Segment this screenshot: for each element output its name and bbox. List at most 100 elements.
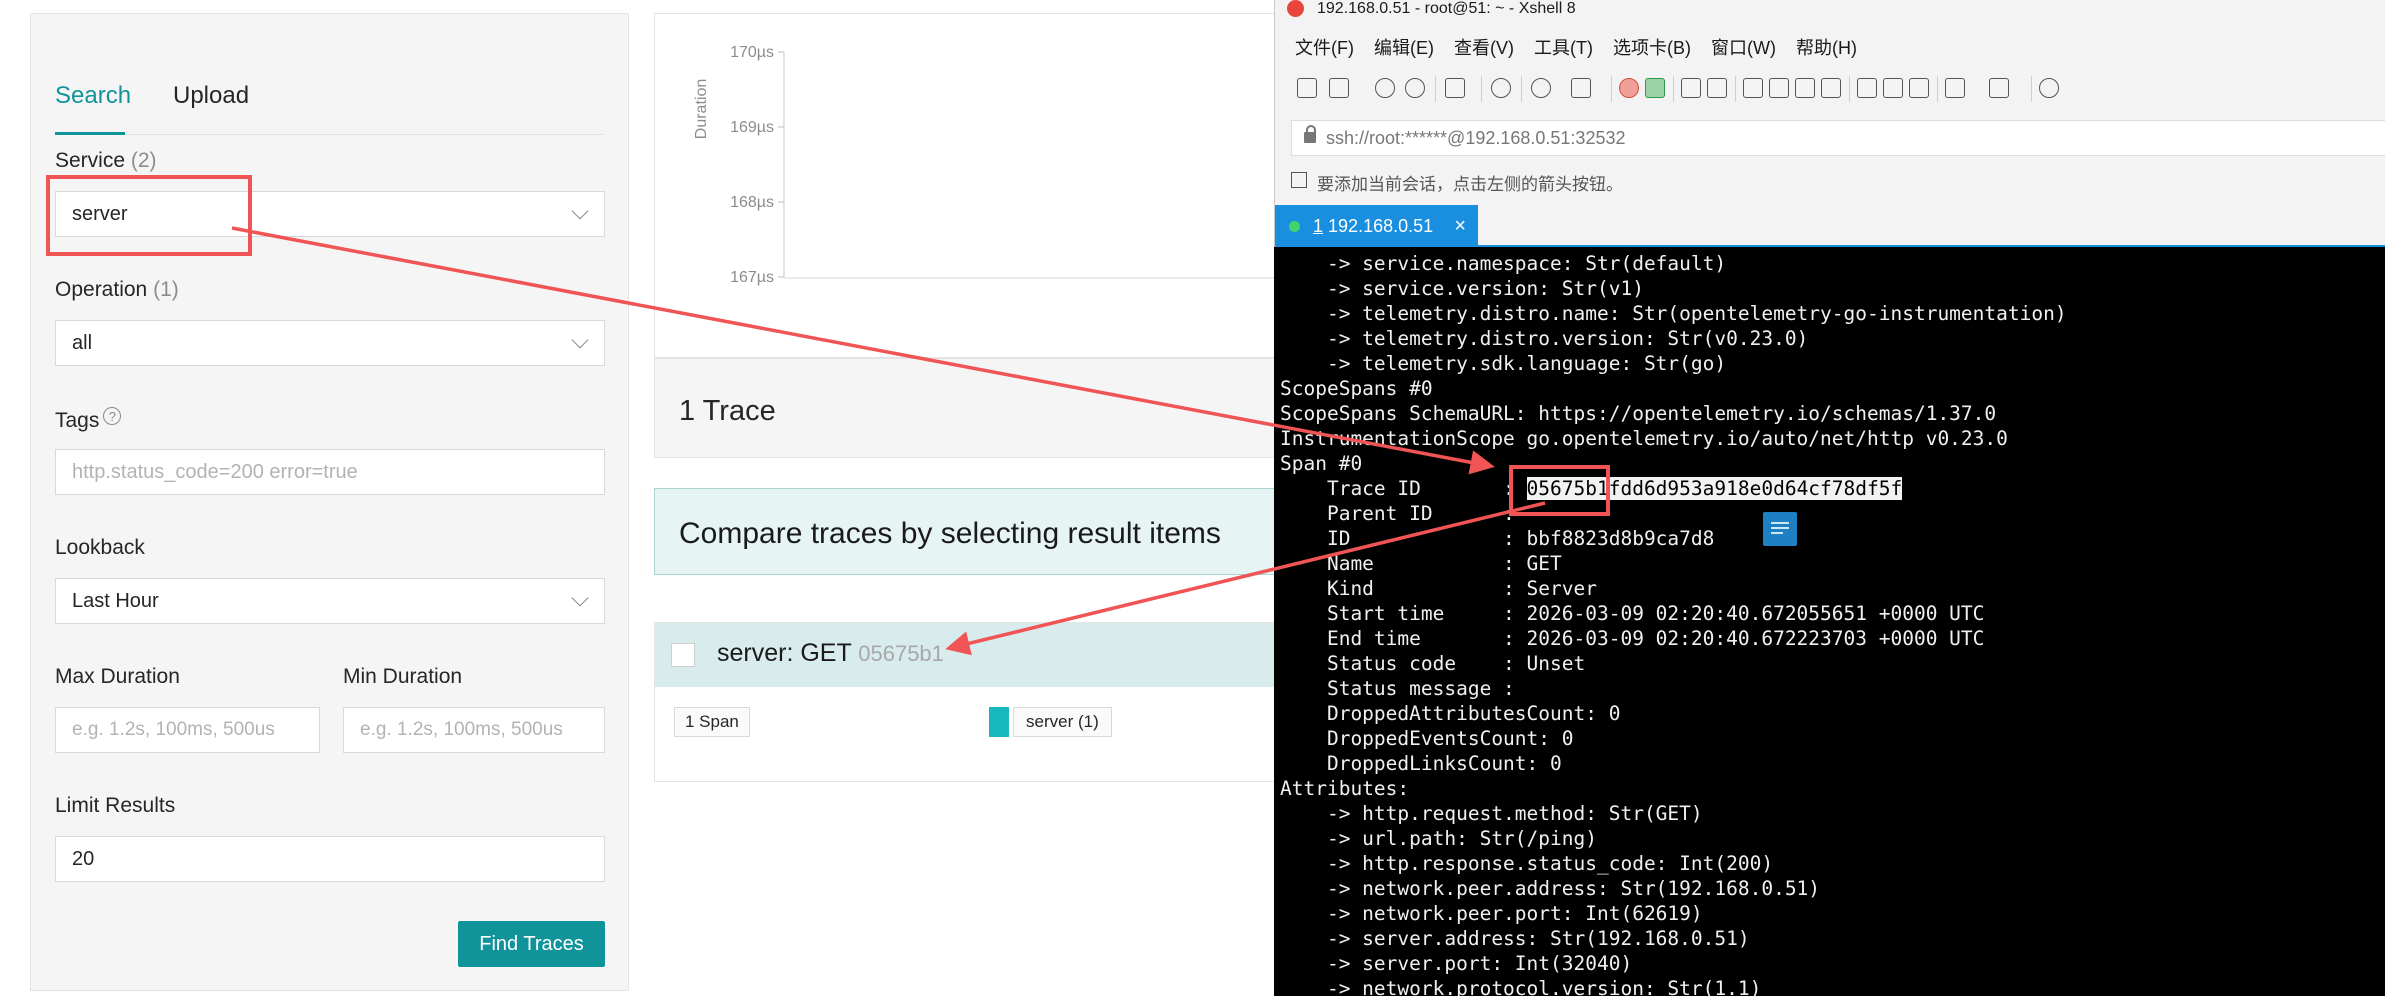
trace-result-item[interactable]: server: GET 05675b1 1 Span server (1) [654, 622, 1284, 782]
list-icon[interactable] [1909, 78, 1929, 98]
terminal-line: -> http.request.method: Str(GET) [1280, 802, 1703, 825]
session-address-bar[interactable]: ssh://root:******@192.168.0.51:32532 [1291, 120, 2385, 156]
limit-results-label: Limit Results [55, 794, 176, 817]
operation-label: Operation (1) [55, 278, 179, 302]
toolbar-separator [1481, 76, 1482, 102]
max-duration-input[interactable]: e.g. 1.2s, 100ms, 500us [55, 707, 320, 753]
trace-result-header[interactable]: server: GET 05675b1 [655, 623, 1283, 687]
trace-id-short: 05675b1 [858, 641, 944, 666]
terminal-line: -> http.response.status_code: Int(200) [1280, 852, 1774, 875]
terminal-line: End time : 2026-03-09 02:20:40.672223703… [1280, 627, 1985, 650]
menu-file[interactable]: 文件(F) [1295, 38, 1354, 58]
send-icon[interactable] [1795, 78, 1815, 98]
terminal-line: -> server.port: Int(32040) [1280, 952, 1633, 975]
service-tag: server (1) [1013, 707, 1112, 737]
document-icon[interactable] [1763, 512, 1797, 546]
session-tab-label: 1 192.168.0.51 [1313, 205, 1433, 247]
keyboard-icon[interactable] [1743, 78, 1763, 98]
operation-select[interactable]: all [55, 320, 605, 366]
terminal-output[interactable]: -> service.namespace: Str(default) -> se… [1274, 247, 2385, 996]
menu-tabs[interactable]: 选项卡(B) [1613, 38, 1691, 58]
chart-y-tick-label: 169µs [730, 119, 774, 136]
menu-help[interactable]: 帮助(H) [1796, 38, 1857, 58]
new-session-icon[interactable] [1297, 78, 1317, 98]
terminal-line: InstrumentationScope go.opentelemetry.io… [1280, 427, 2008, 450]
terminal-line: Name : GET [1280, 552, 1562, 575]
search-panel: Search Upload Service (2) server Operati… [30, 13, 629, 991]
script-icon[interactable] [1821, 78, 1841, 98]
add-session-icon[interactable] [1291, 172, 1307, 188]
menu-view[interactable]: 查看(V) [1454, 38, 1514, 58]
lock-icon [1304, 125, 1316, 143]
lookback-value: Last Hour [72, 590, 159, 612]
tags-label: Tags? [55, 407, 122, 433]
lock-icon[interactable] [1707, 78, 1727, 98]
trace-select-checkbox[interactable] [671, 643, 695, 667]
fullscreen-icon[interactable] [1681, 78, 1701, 98]
trace-id-selected[interactable]: 05675b1fdd6d953a918e0d64cf78df5f [1526, 477, 1903, 500]
terminal-line: -> network.protocol.version: Str(1.1) [1280, 977, 1762, 996]
chat-icon[interactable] [2039, 78, 2059, 98]
toolbar-separator [1435, 76, 1436, 102]
toolbar-separator [2031, 76, 2032, 102]
xftp-icon[interactable] [1645, 78, 1665, 98]
active-tab-indicator [55, 132, 125, 135]
search-icon[interactable] [1491, 78, 1511, 98]
terminal-line: Span #0 [1280, 452, 1363, 475]
terminal-line: DroppedAttributesCount: 0 [1280, 702, 1621, 725]
pen-icon[interactable] [1769, 78, 1789, 98]
max-duration-label: Max Duration [55, 665, 180, 688]
limit-results-input[interactable]: 20 [55, 836, 605, 882]
toolbar-separator [1521, 76, 1522, 102]
duration-scatter-chart: Duration 170µs 169µs 168µs 167µs [654, 13, 1285, 358]
layout-icon[interactable] [1989, 78, 2009, 98]
chart-y-tick-label: 170µs [730, 44, 774, 61]
close-icon[interactable]: × [1454, 205, 1466, 247]
reconnect-icon[interactable] [1375, 78, 1395, 98]
service-select[interactable]: server [55, 191, 605, 237]
service-color-swatch [989, 707, 1009, 737]
run-icon[interactable] [1857, 78, 1877, 98]
toolbar [1289, 74, 2379, 104]
min-duration-input[interactable]: e.g. 1.2s, 100ms, 500us [343, 707, 605, 753]
terminal-line: Status message : [1280, 677, 1515, 700]
new-tab-icon[interactable] [1445, 78, 1465, 98]
lookback-select[interactable]: Last Hour [55, 578, 605, 624]
connected-status-icon [1289, 221, 1300, 232]
chart-y-tick-label: 167µs [730, 269, 774, 286]
find-traces-button[interactable]: Find Traces [458, 921, 605, 967]
terminal-line: ScopeSpans SchemaURL: https://openteleme… [1280, 402, 1997, 425]
lookback-label: Lookback [55, 536, 145, 559]
tags-input[interactable]: http.status_code=200 error=true [55, 449, 605, 495]
menu-edit[interactable]: 编辑(E) [1374, 38, 1434, 58]
chevron-down-icon [571, 589, 589, 607]
xshell-icon[interactable] [1619, 78, 1639, 98]
tab-search[interactable]: Search [55, 82, 131, 110]
disconnect-icon[interactable] [1405, 78, 1425, 98]
service-count: (2) [130, 149, 157, 172]
terminal-line: -> telemetry.sdk.language: Str(go) [1280, 352, 1727, 375]
toolbar-separator [1735, 76, 1736, 102]
question-circle-icon[interactable]: ? [103, 407, 122, 425]
terminal-line: Start time : 2026-03-09 02:20:40.6720556… [1280, 602, 1985, 625]
toolbar-separator [1937, 76, 1938, 102]
menu-window[interactable]: 窗口(W) [1711, 38, 1776, 58]
add-window-icon[interactable] [1945, 78, 1965, 98]
open-folder-icon[interactable] [1329, 78, 1349, 98]
terminal-line: DroppedEventsCount: 0 [1280, 727, 1574, 750]
menu-tools[interactable]: 工具(T) [1534, 38, 1593, 58]
tab-upload[interactable]: Upload [173, 82, 249, 110]
session-tab[interactable]: 1 192.168.0.51 × [1275, 205, 1478, 247]
globe-icon[interactable] [1531, 78, 1551, 98]
terminal-line: -> telemetry.distro.version: Str(v0.23.0… [1280, 327, 1809, 350]
compose-icon[interactable] [1883, 78, 1903, 98]
terminal-line: DroppedLinksCount: 0 [1280, 752, 1562, 775]
trace-title[interactable]: server: GET 05675b1 [717, 639, 944, 668]
font-icon[interactable] [1571, 78, 1591, 98]
terminal-line: Parent ID : [1280, 502, 1515, 525]
service-label: Service (2) [55, 149, 157, 173]
search-tabs: Search Upload [55, 66, 604, 135]
min-duration-label: Min Duration [343, 665, 463, 688]
terminal-line: -> network.peer.port: Int(62619) [1280, 902, 1703, 925]
terminal-line: -> telemetry.distro.name: Str(openteleme… [1280, 302, 2067, 325]
